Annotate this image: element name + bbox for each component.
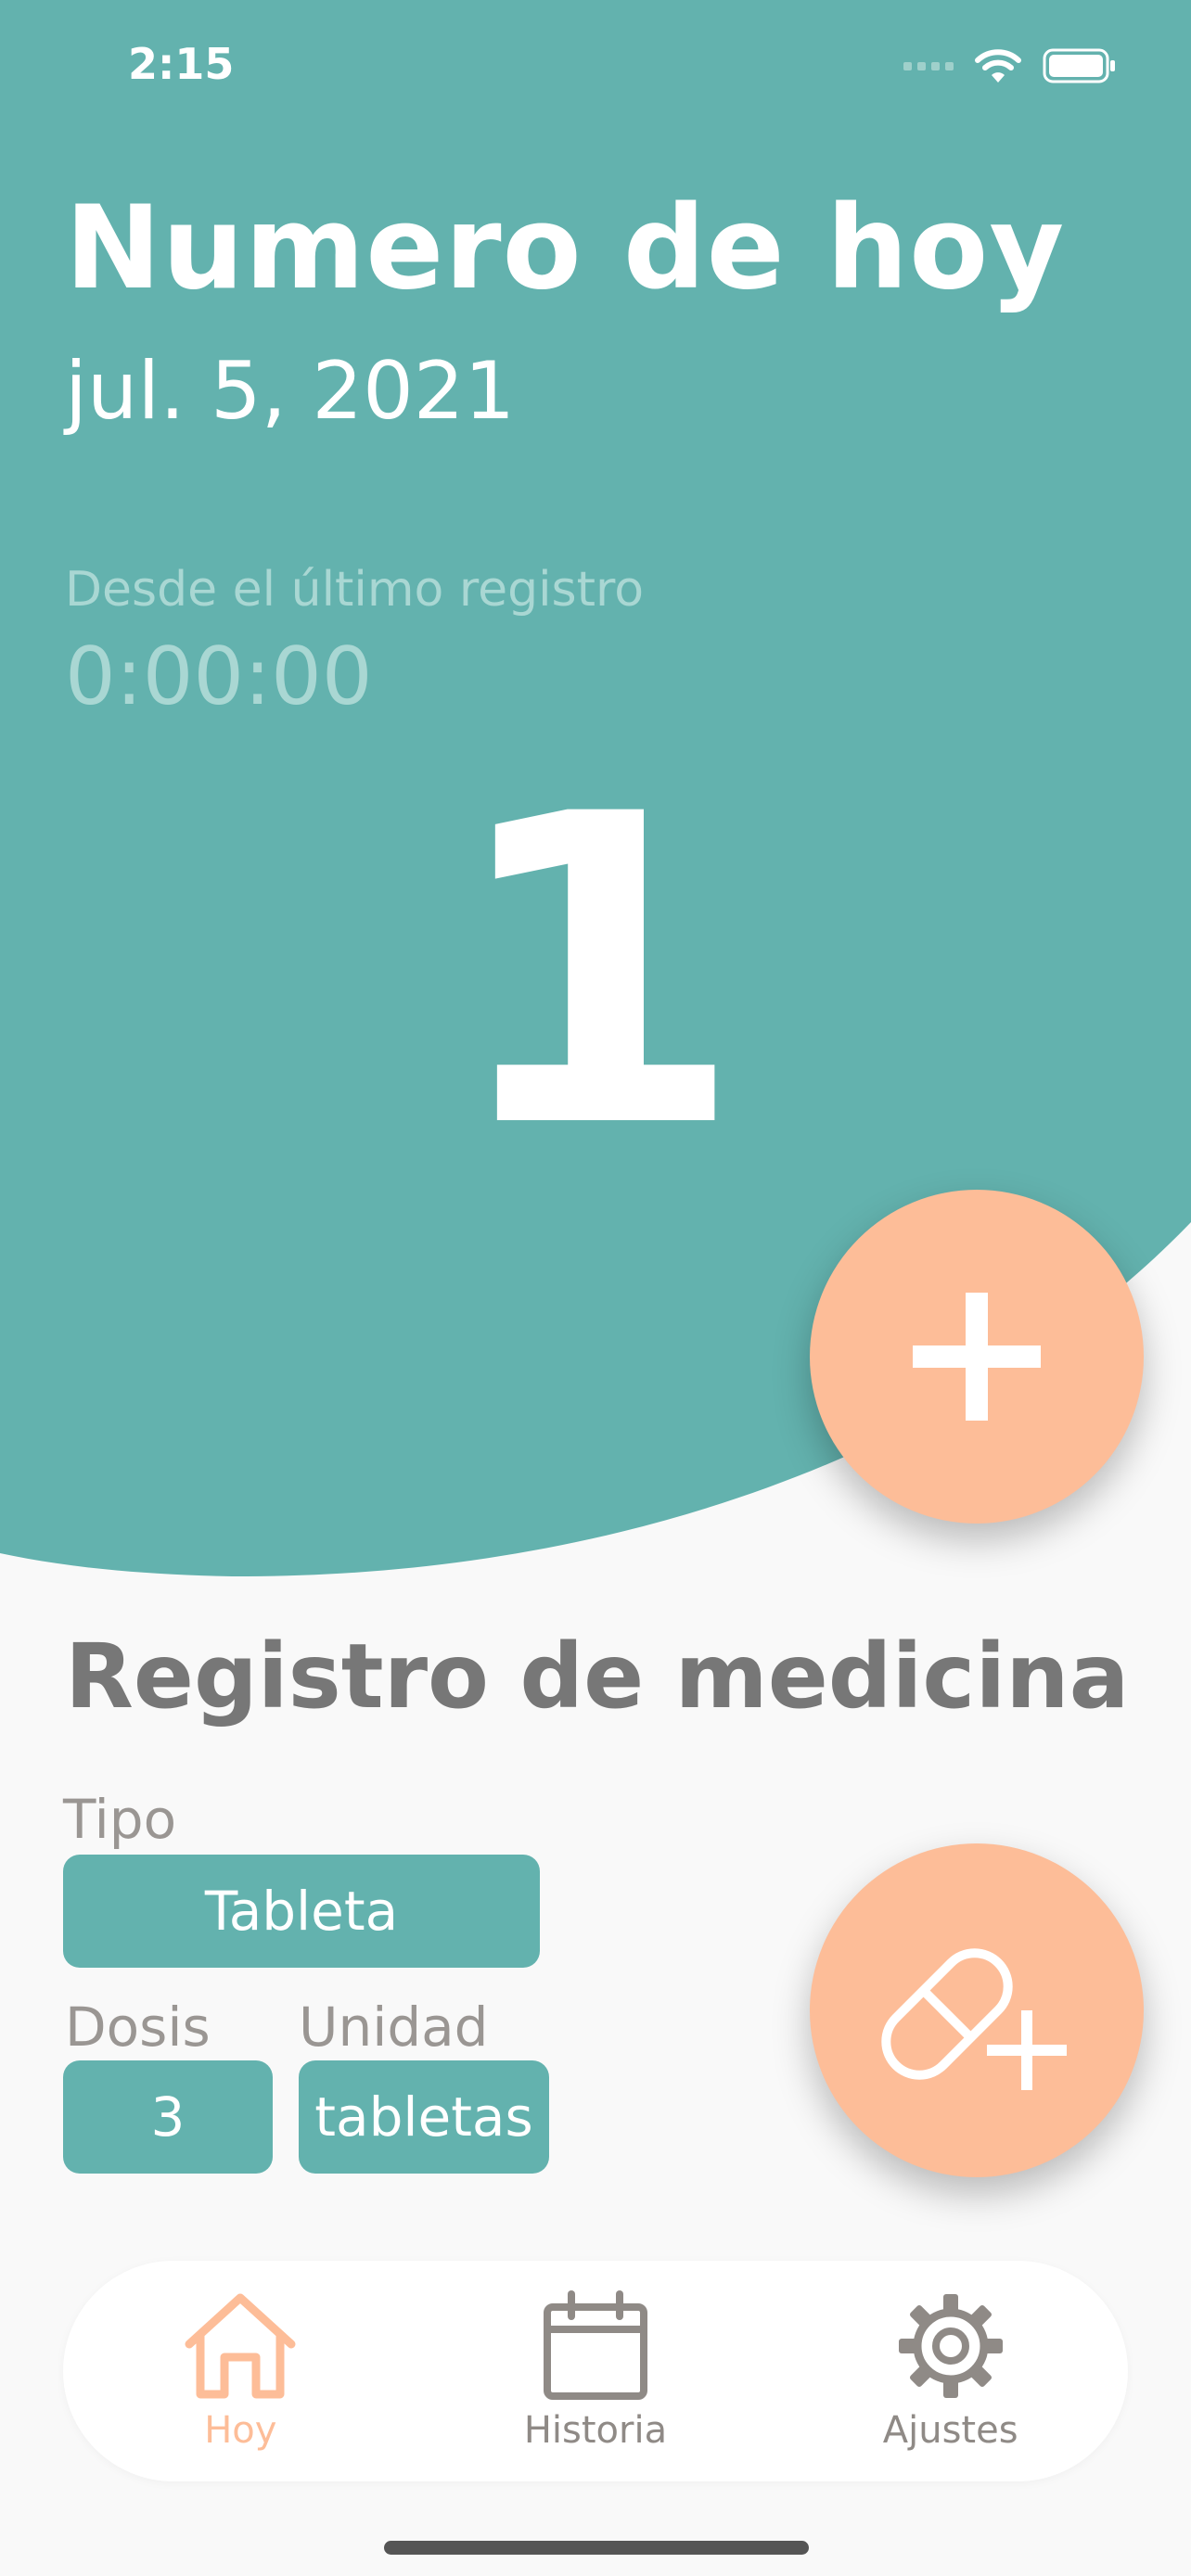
unit-label: Unidad <box>299 1996 489 2059</box>
wifi-icon <box>975 49 1021 83</box>
status-time: 2:15 <box>128 39 235 89</box>
add-entry-button[interactable] <box>810 1190 1144 1524</box>
today-count: 1 <box>446 725 745 1221</box>
home-indicator <box>384 2541 809 2555</box>
dose-label: Dosis <box>65 1996 211 2059</box>
tab-bar: Hoy Historia Ajustes <box>63 2261 1128 2481</box>
battery-icon <box>1043 48 1115 83</box>
tab-ajustes-label: Ajustes <box>882 2409 1018 2452</box>
cellular-signal-icon <box>903 61 954 70</box>
home-icon <box>185 2293 296 2399</box>
add-medicine-button[interactable] <box>810 1843 1144 2177</box>
unit-selector[interactable]: tabletas <box>299 2060 549 2174</box>
calendar-icon <box>543 2290 647 2400</box>
plus-icon <box>913 1293 1041 1421</box>
tab-historia[interactable]: Historia <box>456 2290 735 2452</box>
current-date: jul. 5, 2021 <box>65 345 516 438</box>
tab-hoy[interactable]: Hoy <box>101 2290 379 2452</box>
type-label: Tipo <box>63 1788 177 1851</box>
tab-hoy-label: Hoy <box>204 2409 277 2452</box>
tab-ajustes[interactable]: Ajustes <box>812 2290 1090 2452</box>
since-last-log-label: Desde el último registro <box>65 562 645 618</box>
page-title: Numero de hoy <box>65 182 1066 315</box>
gear-icon <box>898 2294 1003 2398</box>
pill-plus-icon <box>881 1948 1067 2090</box>
since-last-log-timer: 0:00:00 <box>65 631 373 723</box>
type-selector[interactable]: Tableta <box>63 1855 540 1968</box>
status-icons <box>903 43 1117 89</box>
medicine-log-title: Registro de medicina <box>65 1625 1130 1728</box>
tab-historia-label: Historia <box>523 2409 668 2452</box>
dose-selector[interactable]: 3 <box>63 2060 273 2174</box>
